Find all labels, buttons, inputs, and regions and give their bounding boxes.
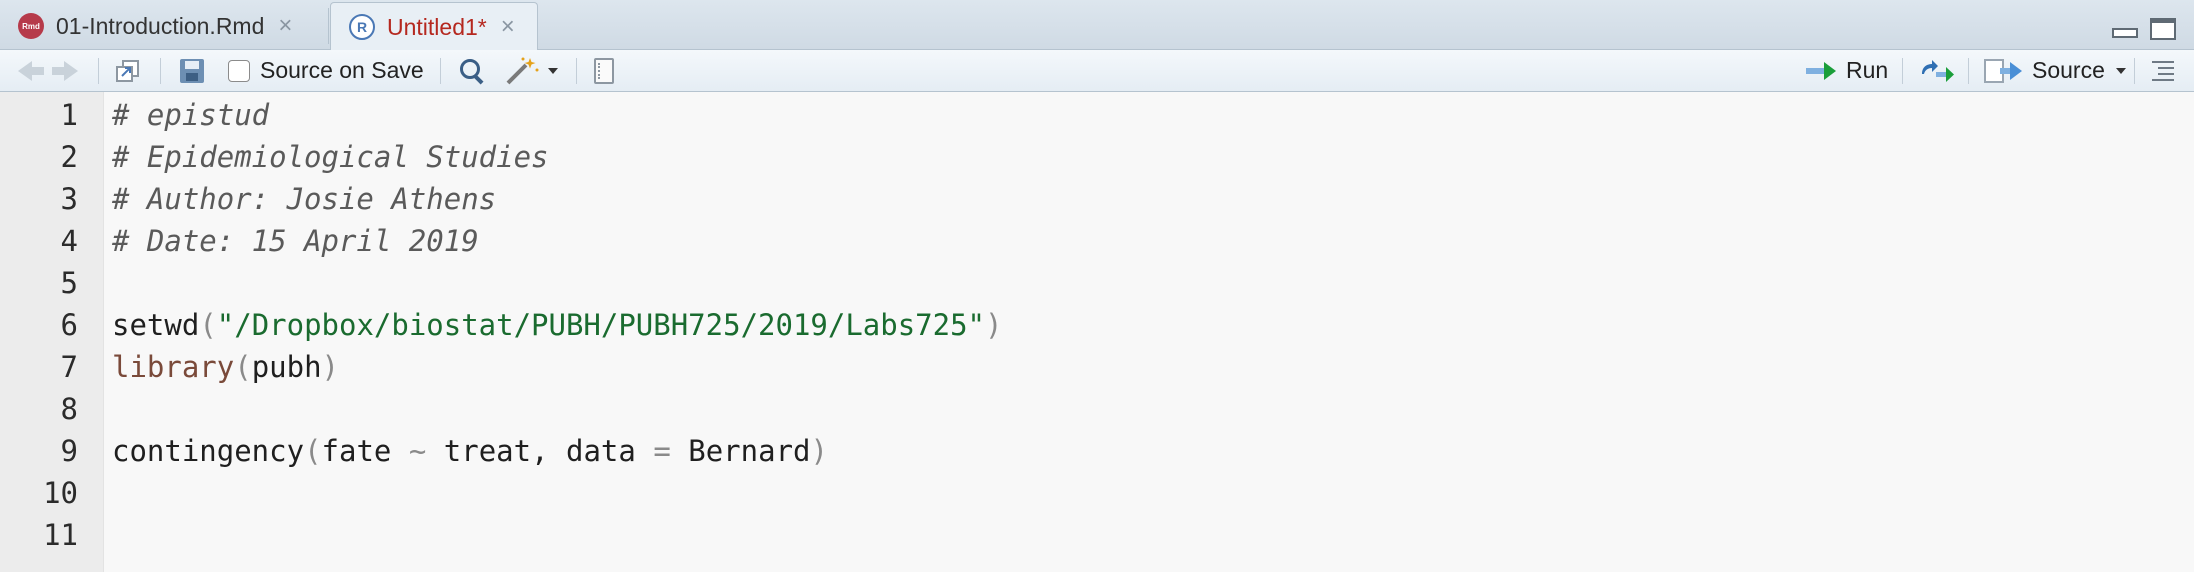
tab-introduction-rmd[interactable]: Rmd 01-Introduction.Rmd × bbox=[0, 2, 326, 50]
line-number: 8 bbox=[60, 392, 78, 426]
source-options-button[interactable] bbox=[2108, 50, 2126, 91]
code-editor[interactable]: # epistud # Epidemiological Studies # Au… bbox=[104, 92, 2194, 572]
minimize-pane-icon[interactable] bbox=[2112, 28, 2138, 38]
line-number: 5 bbox=[60, 266, 78, 300]
code-line-comment: # Epidemiological Studies bbox=[112, 140, 549, 174]
save-icon bbox=[180, 58, 204, 83]
search-icon bbox=[458, 57, 486, 85]
rmd-file-icon: Rmd bbox=[18, 13, 44, 39]
back-arrow-icon bbox=[18, 60, 32, 81]
run-button[interactable]: Run bbox=[1806, 50, 1888, 91]
line-number: 1 bbox=[60, 98, 78, 132]
run-arrow-icon bbox=[1806, 61, 1836, 80]
line-number-gutter: 1 2 3 4 5 6 7 8 9 10 11 bbox=[0, 92, 104, 572]
code-line-library: library(pubh) bbox=[112, 350, 339, 384]
maximize-pane-icon[interactable] bbox=[2150, 18, 2176, 40]
line-number: 2 bbox=[60, 140, 78, 174]
back-button[interactable] bbox=[18, 50, 44, 91]
code-line-comment: # Author: Josie Athens bbox=[112, 182, 497, 216]
line-number: 11 bbox=[43, 518, 78, 552]
line-number: 7 bbox=[60, 350, 78, 384]
find-replace-button[interactable] bbox=[458, 50, 486, 91]
chevron-down-icon bbox=[548, 67, 558, 74]
line-number: 6 bbox=[60, 308, 78, 342]
rerun-button[interactable] bbox=[1918, 50, 1958, 91]
line-number: 4 bbox=[60, 224, 78, 258]
code-line-comment: # epistud bbox=[112, 98, 270, 132]
code-line-comment: # Date: 15 April 2019 bbox=[112, 224, 479, 258]
function-name: library bbox=[112, 350, 235, 384]
code-tools-button[interactable] bbox=[504, 50, 558, 91]
close-icon[interactable]: × bbox=[278, 14, 292, 38]
new-window-icon bbox=[116, 59, 139, 82]
tab-label: 01-Introduction.Rmd bbox=[56, 12, 265, 39]
argument: Bernard bbox=[688, 434, 811, 468]
function-name: contingency bbox=[112, 434, 305, 468]
editor-tab-bar: Rmd 01-Introduction.Rmd × R Untitled1* × bbox=[0, 0, 2194, 51]
outline-icon bbox=[2150, 60, 2174, 81]
editor-toolbar: Source on Save Run Source bbox=[0, 50, 2194, 92]
line-number: 3 bbox=[60, 182, 78, 216]
argument-name: data bbox=[566, 434, 636, 468]
code-line-setwd: setwd("/Dropbox/biostat/PUBH/PUBH725/201… bbox=[112, 308, 1003, 342]
compile-report-button[interactable] bbox=[594, 50, 614, 91]
tab-label: Untitled1* bbox=[387, 13, 487, 40]
close-icon[interactable]: × bbox=[501, 15, 515, 39]
notebook-icon bbox=[594, 57, 614, 84]
rerun-icon bbox=[1922, 59, 1954, 82]
show-in-new-window-button[interactable] bbox=[114, 50, 142, 91]
document-outline-button[interactable] bbox=[2150, 50, 2174, 91]
line-number: 10 bbox=[43, 476, 78, 510]
argument: fate bbox=[321, 434, 392, 468]
tab-untitled1[interactable]: R Untitled1* × bbox=[330, 2, 538, 51]
operator: ~ bbox=[408, 434, 427, 468]
run-label: Run bbox=[1846, 57, 1889, 83]
source-button[interactable]: Source bbox=[1984, 50, 2105, 91]
forward-button[interactable] bbox=[52, 50, 78, 91]
argument: pubh bbox=[251, 350, 322, 384]
r-file-icon: R bbox=[349, 14, 375, 40]
source-on-save-checkbox[interactable] bbox=[228, 59, 250, 82]
tab-divider bbox=[328, 8, 329, 44]
line-number: 9 bbox=[60, 434, 78, 468]
code-line-contingency: contingency(fate ~ treat, data = Bernard… bbox=[112, 434, 828, 468]
source-label: Source bbox=[2032, 57, 2105, 83]
forward-arrow-icon bbox=[64, 60, 78, 81]
source-arrow-icon bbox=[2000, 61, 2022, 80]
save-button[interactable] bbox=[180, 50, 204, 91]
source-on-save-label: Source on Save bbox=[260, 57, 424, 83]
chevron-down-icon bbox=[2116, 67, 2126, 74]
string-literal: "/Dropbox/biostat/PUBH/PUBH725/2019/Labs… bbox=[216, 308, 985, 342]
argument: treat, bbox=[443, 434, 549, 468]
source-on-save-toggle[interactable]: Source on Save bbox=[228, 50, 424, 91]
magic-wand-icon bbox=[506, 57, 539, 84]
operator: = bbox=[653, 434, 671, 468]
function-name: setwd bbox=[112, 308, 200, 342]
